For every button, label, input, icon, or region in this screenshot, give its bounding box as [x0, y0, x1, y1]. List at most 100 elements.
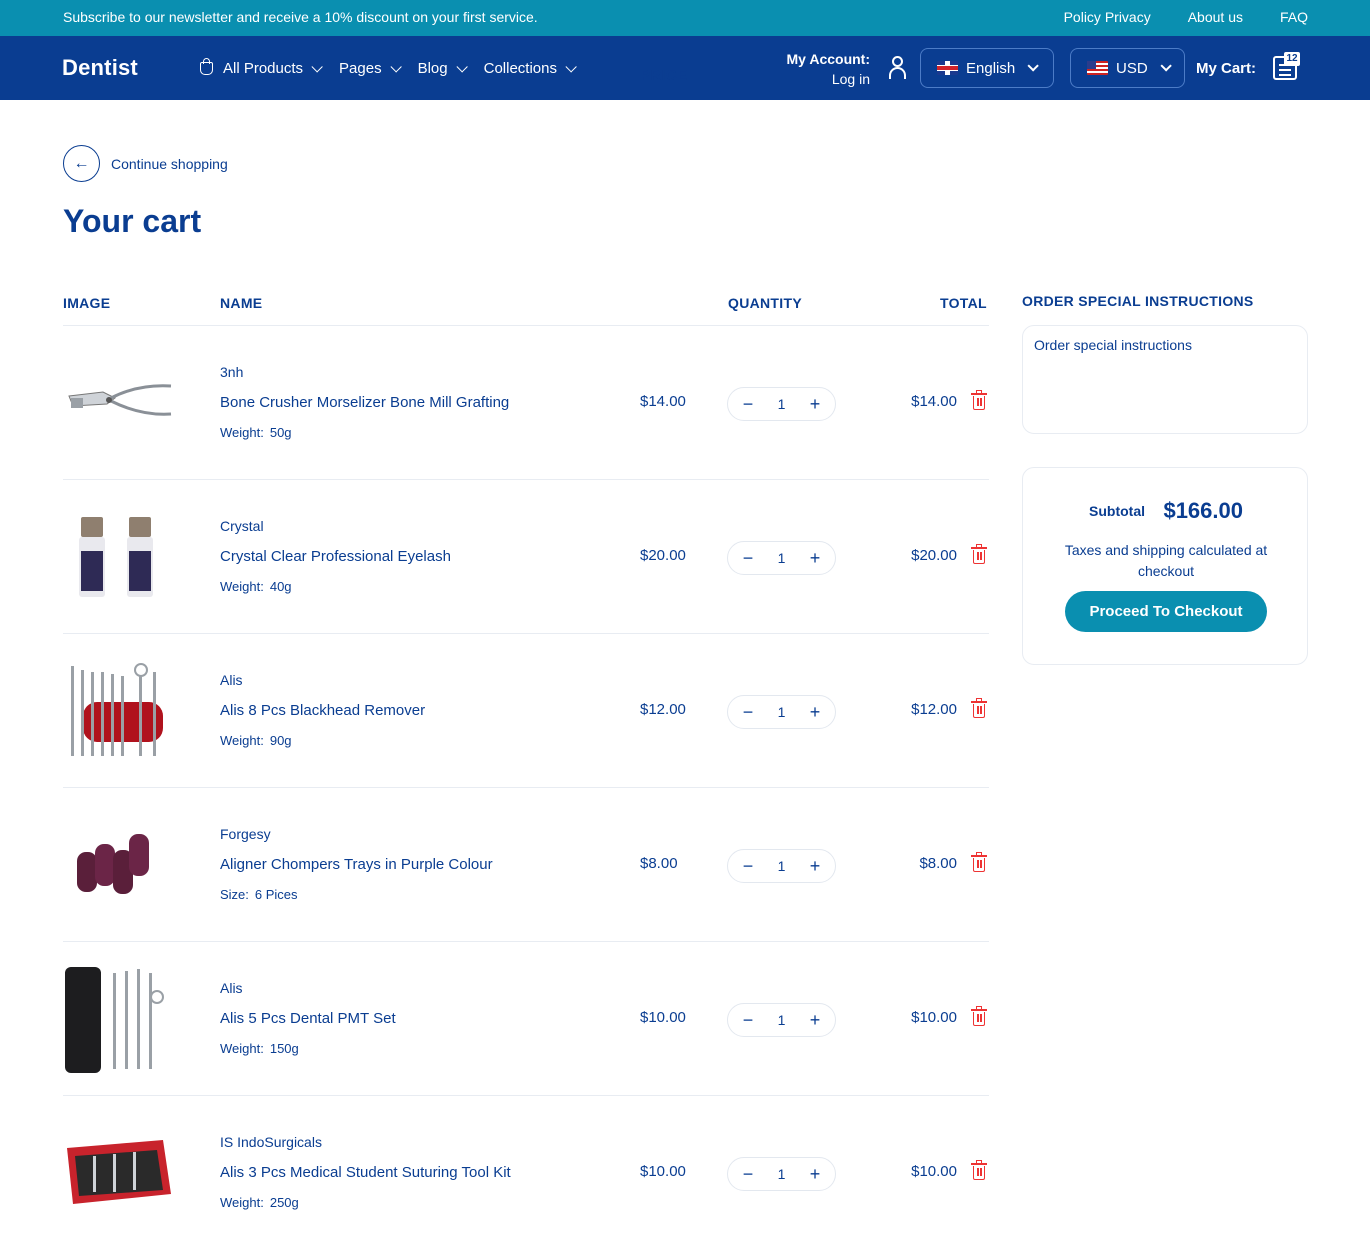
product-vendor: Alis	[220, 980, 243, 996]
quantity-stepper: − 1 +	[727, 541, 836, 575]
minus-icon[interactable]: −	[740, 394, 756, 415]
cart-row: IS IndoSurgicals Alis 3 Pcs Medical Stud…	[63, 1096, 989, 1250]
product-image[interactable]	[63, 967, 173, 1073]
quantity-value[interactable]: 1	[778, 1012, 786, 1028]
quantity-value[interactable]: 1	[778, 858, 786, 874]
product-price: $14.00	[640, 393, 686, 410]
continue-shopping-link[interactable]: Continue shopping	[111, 156, 228, 172]
quantity-stepper: − 1 +	[727, 1157, 836, 1191]
trash-icon[interactable]	[971, 698, 987, 718]
nav-all-products-label: All Products	[223, 60, 304, 77]
product-price: $10.00	[640, 1009, 686, 1026]
back-arrow-button[interactable]: ←	[63, 145, 100, 182]
quantity-stepper: − 1 +	[727, 1003, 836, 1037]
about-us-link[interactable]: About us	[1188, 9, 1243, 25]
plus-icon[interactable]: +	[807, 856, 823, 877]
nav-all-products[interactable]: All Products	[200, 58, 323, 77]
announcement-bar: Subscribe to our newsletter and receive …	[0, 0, 1370, 36]
product-name[interactable]: Alis 8 Pcs Blackhead Remover	[220, 702, 425, 719]
line-total: $10.00	[911, 1163, 957, 1180]
product-image[interactable]	[63, 508, 173, 608]
chevron-down-icon	[1027, 60, 1039, 72]
order-instructions-title: ORDER SPECIAL INSTRUCTIONS	[1022, 293, 1254, 309]
my-cart-label[interactable]: My Cart:	[1196, 60, 1256, 77]
minus-icon[interactable]: −	[740, 1164, 756, 1185]
chevron-down-icon	[390, 60, 402, 73]
minus-icon[interactable]: −	[740, 856, 756, 877]
quantity-value[interactable]: 1	[778, 396, 786, 412]
announcement-message: Subscribe to our newsletter and receive …	[63, 9, 538, 25]
column-header-quantity: QUANTITY	[728, 295, 802, 311]
plus-icon[interactable]: +	[807, 548, 823, 569]
tax-note: Taxes and shipping calculated at checkou…	[1064, 542, 1268, 579]
faq-link[interactable]: FAQ	[1280, 9, 1308, 25]
shopping-bag-icon	[200, 58, 213, 75]
cart-row: Forgesy Aligner Chompers Trays in Purple…	[63, 788, 989, 942]
minus-icon[interactable]: −	[740, 1010, 756, 1031]
product-name[interactable]: Bone Crusher Morselizer Bone Mill Grafti…	[220, 394, 509, 411]
page-title: Your cart	[63, 203, 202, 239]
nav-collections-label: Collections	[483, 60, 557, 77]
chevron-down-icon	[456, 60, 468, 73]
trash-icon[interactable]	[971, 544, 987, 564]
language-selector[interactable]: English	[920, 48, 1054, 88]
product-price: $10.00	[640, 1163, 686, 1180]
column-header-total: TOTAL	[940, 295, 987, 311]
subtotal-row: Subtotal $166.00	[1023, 498, 1309, 524]
quantity-value[interactable]: 1	[778, 704, 786, 720]
order-summary: Subtotal $166.00 Taxes and shipping calc…	[1022, 467, 1308, 665]
minus-icon[interactable]: −	[740, 702, 756, 723]
chevron-down-icon	[311, 60, 323, 73]
product-name[interactable]: Crystal Clear Professional Eyelash	[220, 548, 451, 565]
product-name[interactable]: Aligner Chompers Trays in Purple Colour	[220, 856, 493, 873]
product-image[interactable]	[63, 662, 173, 762]
nav-blog-label: Blog	[417, 60, 448, 77]
quantity-stepper: − 1 +	[727, 849, 836, 883]
language-value: English	[966, 59, 1016, 77]
product-name[interactable]: Alis 5 Pcs Dental PMT Set	[220, 1010, 396, 1027]
main-nav: All Products Pages Blog Collections	[200, 58, 593, 77]
quantity-value[interactable]: 1	[778, 1166, 786, 1182]
product-vendor: Alis	[220, 672, 243, 688]
trash-icon[interactable]	[971, 1006, 987, 1026]
line-total: $14.00	[911, 393, 957, 410]
product-image[interactable]	[63, 1124, 173, 1224]
trash-icon[interactable]	[971, 852, 987, 872]
site-logo[interactable]: Dentist	[62, 55, 138, 81]
quantity-value[interactable]: 1	[778, 550, 786, 566]
cart-count-badge: 12	[1284, 52, 1300, 66]
product-name[interactable]: Alis 3 Pcs Medical Student Suturing Tool…	[220, 1164, 511, 1181]
account-block: My Account: Log in	[770, 49, 870, 89]
nav-blog[interactable]: Blog	[417, 60, 468, 77]
login-link[interactable]: Log in	[770, 69, 870, 89]
cart-row: Crystal Crystal Clear Professional Eyela…	[63, 480, 989, 634]
plus-icon[interactable]: +	[807, 394, 823, 415]
minus-icon[interactable]: −	[740, 548, 756, 569]
checkout-button[interactable]: Proceed To Checkout	[1065, 591, 1267, 632]
product-variant: Weight: 250g	[220, 1195, 299, 1210]
cart-row: Alis Alis 8 Pcs Blackhead Remover Weight…	[63, 634, 989, 788]
cart-row: 3nh Bone Crusher Morselizer Bone Mill Gr…	[63, 326, 989, 480]
plus-icon[interactable]: +	[807, 1164, 823, 1185]
arrow-left-icon: ←	[73, 154, 90, 172]
column-header-name: NAME	[220, 295, 263, 311]
product-image[interactable]	[63, 816, 173, 916]
product-variant: Weight: 50g	[220, 425, 292, 440]
column-header-price: PRICE	[640, 67, 688, 84]
quantity-stepper: − 1 +	[727, 387, 836, 421]
subtotal-label: Subtotal	[1089, 503, 1145, 519]
plus-icon[interactable]: +	[807, 702, 823, 723]
policy-privacy-link[interactable]: Policy Privacy	[1064, 9, 1151, 25]
user-icon[interactable]	[887, 56, 909, 80]
order-instructions-input[interactable]	[1022, 325, 1308, 434]
top-links: Policy Privacy About us FAQ	[1064, 9, 1308, 25]
product-price: $8.00	[640, 855, 678, 872]
trash-icon[interactable]	[971, 390, 987, 410]
nav-collections[interactable]: Collections	[483, 60, 577, 77]
currency-selector[interactable]: USD	[1070, 48, 1185, 88]
plus-icon[interactable]: +	[807, 1010, 823, 1031]
nav-pages[interactable]: Pages	[339, 60, 402, 77]
product-vendor: Crystal	[220, 518, 264, 534]
product-image[interactable]	[63, 354, 173, 454]
trash-icon[interactable]	[971, 1160, 987, 1180]
